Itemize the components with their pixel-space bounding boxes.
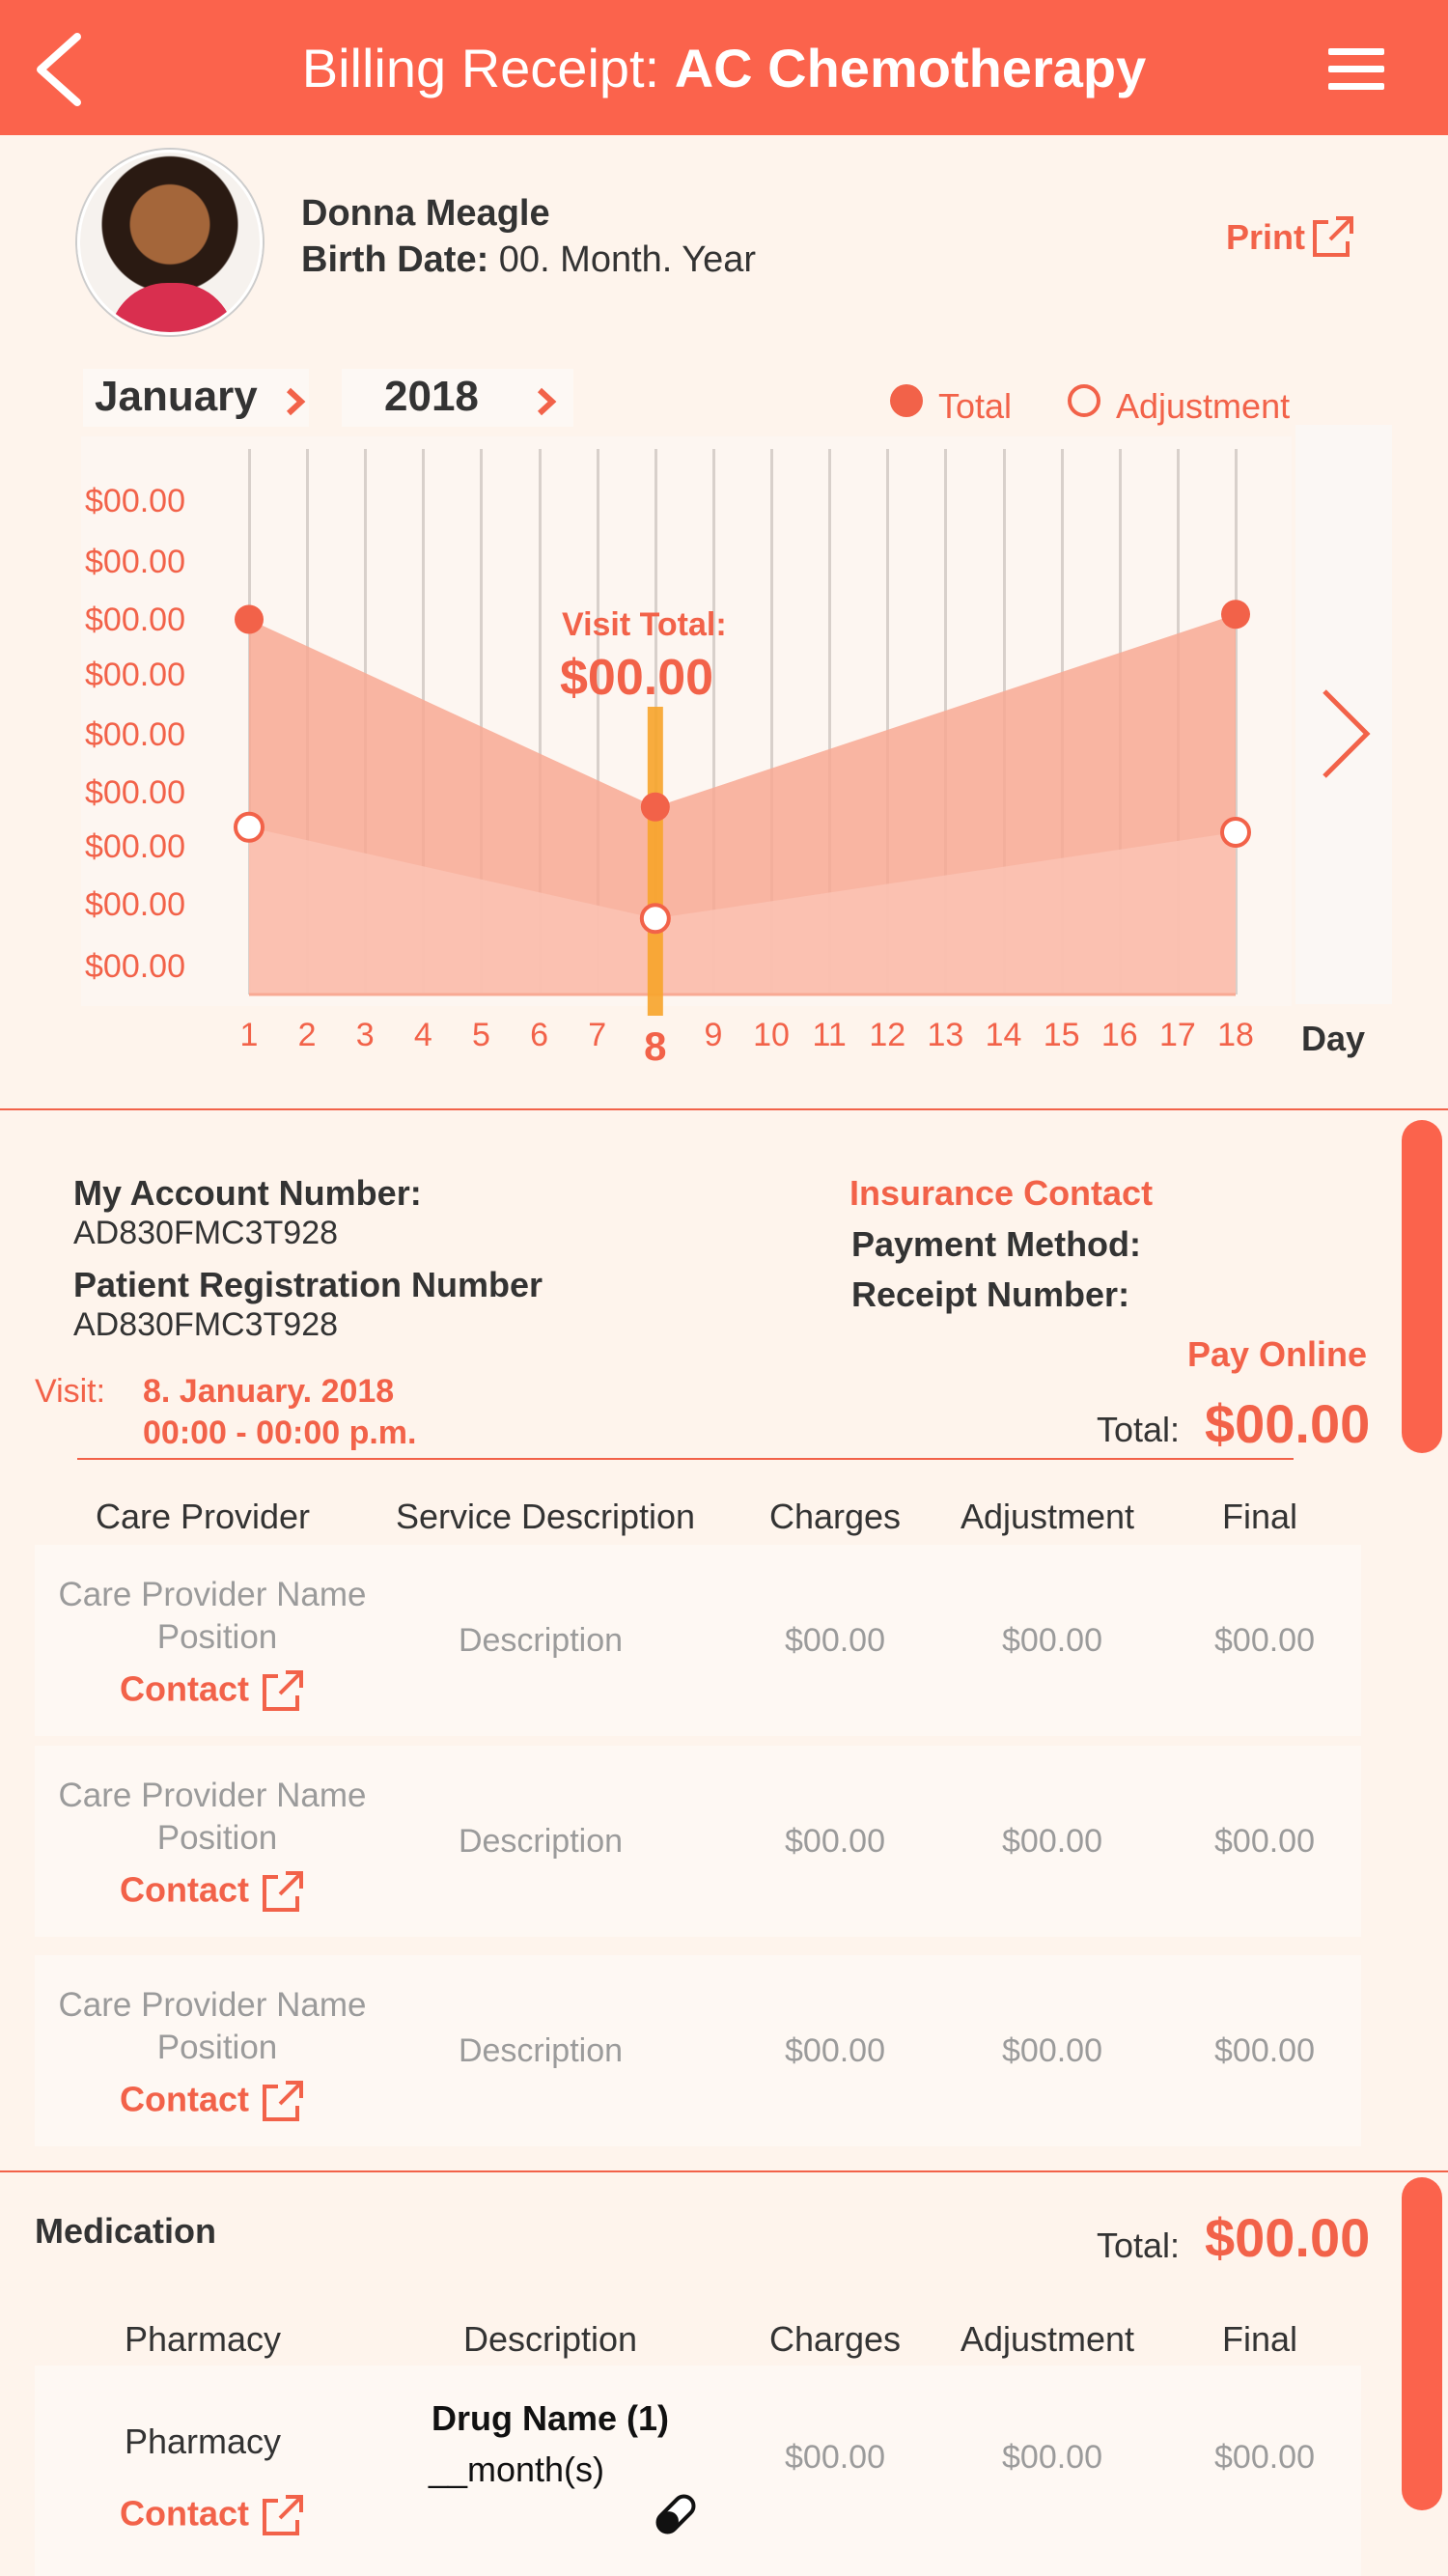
x-tick-label[interactable]: 7 [569,1017,627,1054]
medication-total-value: $00.00 [1205,2207,1371,2268]
visit-total-value: $00.00 [560,650,714,706]
account-number-value: AD830FMC3T928 [73,1215,339,1251]
care-provider-contact-link[interactable]: Contact [120,1668,305,1715]
total-point [235,604,264,634]
care-provider-name: Care Provider Name [58,1576,367,1613]
account-number-label: My Account Number: [73,1173,422,1213]
selected-day-bar [647,707,663,1016]
drug-duration: __month(s) [428,2450,605,2489]
scrollbar[interactable] [1402,2177,1442,2510]
medication-title: Medication [35,2211,217,2251]
chart-next-panel[interactable] [1295,425,1392,1004]
adjustment-point [639,903,671,935]
th-charges: Charges [768,2319,902,2359]
visit-divider [77,1458,1294,1460]
care-provider-name: Care Provider Name [58,1986,367,2024]
visit-time: 00:00 - 00:00 p.m. [143,1414,417,1451]
service-description: Description [458,2032,624,2069]
x-tick-label[interactable]: 12 [858,1017,916,1054]
external-link-icon [263,1871,304,1912]
receipt-number-label: Receipt Number: [851,1274,1130,1314]
th-final: Final [1221,1497,1298,1536]
pharmacy-contact-link[interactable]: Contact [120,2493,305,2539]
x-tick-label[interactable]: 4 [394,1017,452,1054]
care-provider-contact-link[interactable]: Contact [120,2079,305,2125]
visit-label: Visit: [35,1373,106,1410]
section-divider [0,1108,1448,1110]
service-final: $00.00 [1214,1823,1315,1860]
x-tick-label[interactable]: 18 [1207,1017,1265,1054]
visit-total-label: Visit Total: [562,606,727,643]
x-tick-label[interactable]: 14 [975,1017,1033,1054]
th-final: Final [1221,2319,1298,2359]
pill-icon [655,2494,696,2534]
x-axis-title: Day [1301,1019,1366,1058]
drug-name: Drug Name (1) [431,2398,670,2438]
th-charges: Charges [768,1497,902,1536]
x-tick-label[interactable]: 1 [220,1017,278,1054]
section-divider [0,2170,1448,2172]
th-service-description: Service Description [395,1497,696,1536]
chevron-right-icon [1323,689,1371,778]
x-tick-label[interactable]: 9 [684,1017,742,1054]
th-pharmacy: Pharmacy [124,2319,282,2359]
x-tick-label[interactable]: 13 [916,1017,974,1054]
service-charges: $00.00 [785,1823,885,1860]
x-tick-label[interactable]: 16 [1091,1017,1149,1054]
th-adjustment: Adjustment [960,2319,1135,2359]
medication-final: $00.00 [1214,2439,1315,2476]
total-label: Total: [1097,1410,1181,1449]
total-point [640,792,670,822]
service-adjustment: $00.00 [1002,1622,1102,1659]
care-provider-position: Position [156,1618,278,1656]
care-provider-name: Care Provider Name [58,1777,367,1814]
th-care-provider: Care Provider [95,1497,311,1536]
chart-svg [234,600,1251,1016]
care-provider-position: Position [156,1819,278,1857]
service-adjustment: $00.00 [1002,2032,1102,2069]
x-tick-label[interactable]: 15 [1033,1017,1091,1054]
medication-adjustment: $00.00 [1002,2439,1102,2476]
x-tick-label[interactable]: 17 [1149,1017,1207,1054]
x-tick-label[interactable]: 6 [511,1017,569,1054]
service-adjustment: $00.00 [1002,1823,1102,1860]
adjustment-point [234,811,265,843]
registration-number-label: Patient Registration Number [73,1265,543,1304]
x-tick-label[interactable]: 2 [278,1017,336,1054]
x-tick-label[interactable]: 8 [627,1023,684,1070]
external-link-icon [263,2081,304,2121]
service-description: Description [458,1823,624,1860]
pharmacy-name: Pharmacy [124,2422,282,2461]
x-tick-label[interactable]: 11 [800,1017,858,1054]
service-charges: $00.00 [785,2032,885,2069]
scrollbar[interactable] [1402,1120,1442,1453]
total-point [1221,600,1250,630]
external-link-icon [263,2495,304,2535]
service-description: Description [458,1622,624,1659]
care-provider-position: Position [156,2029,278,2066]
medication-total-label: Total: [1097,2226,1181,2265]
service-final: $00.00 [1214,2032,1315,2069]
total-value: $00.00 [1205,1393,1371,1454]
th-description: Description [462,2319,638,2359]
care-provider-contact-link[interactable]: Contact [120,1869,305,1916]
th-adjustment: Adjustment [960,1497,1135,1536]
service-charges: $00.00 [785,1622,885,1659]
table-row [35,2366,1361,2576]
insurance-contact-link[interactable]: Insurance Contact [849,1173,1153,1214]
service-final: $00.00 [1214,1622,1315,1659]
x-tick-label[interactable]: 5 [452,1017,510,1054]
payment-method-label: Payment Method: [851,1224,1142,1264]
registration-number-value: AD830FMC3T928 [73,1306,339,1343]
x-tick-label[interactable]: 3 [336,1017,394,1054]
external-link-icon [263,1670,304,1711]
pay-online-button[interactable]: Pay Online [1187,1334,1367,1375]
x-tick-label[interactable]: 10 [742,1017,800,1054]
visit-date: 8. January. 2018 [143,1373,395,1410]
medication-charges: $00.00 [785,2439,885,2476]
adjustment-point [1220,817,1251,848]
